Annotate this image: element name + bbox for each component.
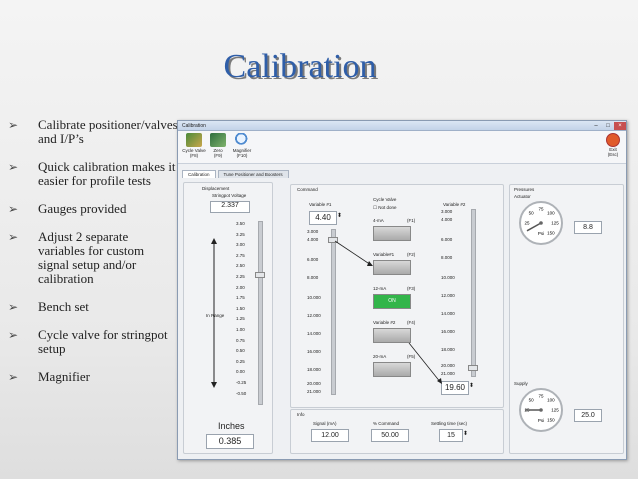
gauge-tick-label: 75 [538, 207, 544, 212]
displacement-tick-label: 3.00 [236, 242, 245, 248]
displacement-tick-label: 3.25 [236, 231, 245, 237]
supply-pressure-display: 25.0 [574, 409, 602, 422]
magnifier-button[interactable]: Magnifier (F10) [230, 133, 254, 158]
signal-label: Signal (mA) [313, 421, 337, 426]
bullet-item: ➢ Quick calibration makes it easier for p… [8, 159, 176, 188]
settling-time-stepper-icon[interactable]: ⬍ [463, 430, 468, 437]
percent-command-label: % Command [373, 421, 400, 426]
gauge-tick-label: 150 [547, 230, 555, 235]
inches-label: Inches [218, 421, 245, 431]
close-icon[interactable]: × [614, 121, 626, 130]
magnifier-icon [234, 133, 250, 147]
gauge-hub [539, 408, 543, 412]
slide-title: Calibration [223, 48, 377, 85]
displacement-slider-thumb[interactable] [255, 272, 265, 278]
displacement-tick-label: 1.50 [236, 305, 245, 311]
gauge-unit-label: Psi [538, 418, 544, 423]
displacement-tick-label: 2.50 [236, 263, 245, 269]
gauge-tick-label: 125 [551, 408, 559, 413]
gauge-tick-label: 50 [529, 398, 535, 403]
arrow-icon: ➢ [8, 160, 19, 174]
cycle-valve-button[interactable]: Cycle Valve (F8) [182, 133, 206, 158]
minimize-icon[interactable]: – [590, 122, 602, 130]
gauge-tick-label: 100 [547, 398, 555, 403]
gauge-hub [539, 221, 543, 225]
gauge-tick-label: 75 [538, 394, 544, 399]
percent-command-display: 50.00 [371, 429, 409, 442]
stringpot-voltage-display: 2.337 [210, 201, 250, 213]
displacement-tick-label: -0.25 [236, 380, 247, 385]
zero-icon [210, 133, 226, 147]
displacement-tick-label: 2.25 [236, 274, 245, 279]
bullet-item: ➢ Gauges provided [8, 201, 127, 217]
gauge-tick-label: 100 [547, 211, 555, 216]
info-header: Info [297, 412, 305, 417]
displacement-tick-label: -0.50 [236, 390, 247, 396]
actuator-label: Actuator [514, 194, 531, 199]
displacement-slider-track[interactable] [258, 221, 263, 405]
tab-bar: Calibration Tune Positioner and Boosters [182, 170, 291, 178]
displacement-tick-label: 1.75 [236, 295, 245, 301]
pressures-header: Pressures [514, 187, 535, 192]
in-range-label: In Range [206, 313, 225, 318]
actuator-gauge: 25 5075100 125 150Psi [519, 201, 563, 245]
settling-time-label: Settling time (sec) [431, 421, 468, 426]
arrow-icon: ➢ [8, 300, 19, 314]
supply-gauge: 255075100125150Psi [519, 388, 563, 432]
displacement-header: Displacement [202, 186, 230, 191]
bullet-item: ➢ Bench set [8, 299, 89, 315]
gauge-tick-label: 150 [547, 417, 555, 422]
inches-display: 0.385 [206, 434, 254, 449]
pressures-panel: Pressures Actuator 25 50 75 100 125 150 Psi 8.… [509, 184, 624, 454]
gauge-unit-label: Psi [538, 231, 544, 236]
tab-calibration[interactable]: Calibration [182, 170, 216, 178]
displacement-tick-label: 0.00 [236, 369, 245, 375]
exit-button[interactable]: Exit (Esc) [604, 133, 622, 157]
displacement-tick-label: 1.00 [236, 327, 245, 332]
arrow-icon: ➢ [8, 370, 19, 384]
displacement-tick-label: 2.00 [236, 284, 245, 290]
calibration-window: Calibration – □ × Cycle Valve (F8) Zero … [177, 120, 627, 460]
settling-time-input[interactable]: 15 [439, 429, 463, 442]
gauge-tick-label: 125 [551, 221, 559, 226]
displacement-panel: Displacement Stringpot Voltage 2.337 3.5… [183, 182, 273, 454]
toolbar: Cycle Valve (F8) Zero (F9) Magnifier (F1… [178, 131, 626, 164]
gauge-tick-label: 50 [529, 211, 535, 216]
arrow-icon: ➢ [8, 118, 19, 132]
window-titlebar: Calibration – □ × [178, 121, 626, 131]
displacement-tick-label: 0.50 [236, 348, 245, 354]
arrow-icon: ➢ [8, 202, 19, 216]
gauge-tick-label: 25 [524, 221, 530, 226]
actuator-pressure-display: 8.8 [574, 221, 602, 234]
arrow-icon: ➢ [8, 328, 19, 342]
bullet-item: ➢ Cycle valve for stringpot setup [8, 327, 168, 356]
info-panel: Info Signal (mA) 12.00 % Command 50.00 S… [290, 409, 504, 454]
displacement-tick-label: 0.75 [236, 337, 245, 343]
stringpot-label: Stringpot Voltage [212, 193, 247, 198]
bullet-item: ➢ Calibrate positioner/valves and I/P’s [8, 117, 178, 146]
window-title: Calibration [182, 122, 206, 129]
zero-button[interactable]: Zero (F9) [206, 133, 230, 158]
bullet-item: ➢ Magnifier [8, 369, 90, 385]
displacement-tick-label: 1.25 [236, 316, 245, 322]
displacement-tick-label: 3.50 [236, 221, 245, 226]
displacement-tick-label: 0.25 [236, 358, 245, 364]
cycle-valve-icon [186, 133, 202, 147]
exit-icon [606, 133, 620, 147]
tab-tune-positioner[interactable]: Tune Positioner and Boosters [217, 170, 289, 178]
arrow-icon: ➢ [8, 230, 19, 244]
supply-label: Supply [514, 381, 528, 386]
displacement-tick-label: 2.75 [236, 252, 245, 258]
signal-display: 12.00 [311, 429, 349, 442]
command-panel: Command Variable #1 4.40 ⬍ 3.000 4.000 6.0… [290, 184, 504, 408]
bullet-list: ➢ Calibrate positioner/valves and I/P’s ➢… [8, 118, 178, 398]
bullet-item: ➢ Adjust 2 separate variables for custom … [8, 229, 145, 286]
command-arrows [334, 240, 442, 384]
maximize-icon[interactable]: □ [602, 122, 614, 130]
